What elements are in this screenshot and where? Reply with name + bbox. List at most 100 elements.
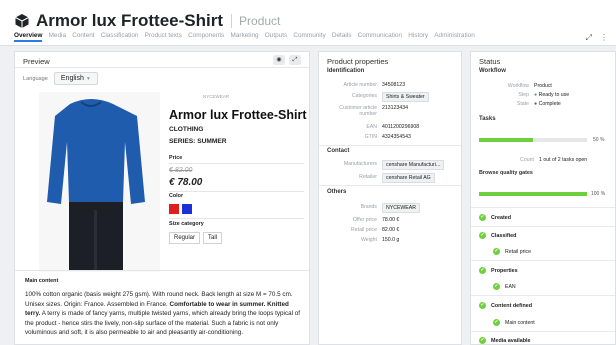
gate-label: Retail price — [505, 248, 531, 255]
wf-value: Product — [534, 83, 552, 89]
prop-manufacturers: Manufacturers censhare Manufacturi... — [327, 160, 445, 170]
gates-progress-bar — [479, 192, 587, 196]
status-header: Status — [471, 52, 615, 66]
gates-progress-fill — [479, 192, 587, 196]
product-series: SERIES: SUMMER — [169, 138, 227, 145]
preview-header: Preview ◉ ⤢ — [15, 52, 309, 68]
size-options: Regular Tall — [169, 232, 223, 244]
check-icon: ✓ — [493, 248, 500, 255]
gate-media-available[interactable]: ✓ Media available — [479, 337, 531, 344]
gate-content-defined[interactable]: ✓ Content defined — [479, 302, 532, 309]
check-icon: ✓ — [479, 302, 486, 309]
tab-marketing[interactable]: Marketing — [231, 32, 259, 42]
tab-outputs[interactable]: Outputs — [265, 32, 287, 42]
language-value: English — [60, 75, 84, 82]
tab-administration[interactable]: Administration — [434, 32, 475, 42]
wf-value: Complete — [538, 101, 561, 107]
gate-ean[interactable]: ✓ EAN — [493, 283, 516, 290]
count-label: Count — [520, 157, 534, 163]
chevron-down-icon: ▼ — [85, 76, 91, 82]
size-regular[interactable]: Regular — [169, 232, 201, 244]
check-icon: ✓ — [479, 232, 486, 239]
tasks-title: Tasks — [479, 116, 496, 122]
divider — [169, 163, 304, 164]
prop-chip[interactable]: Shirts & Sweater — [382, 92, 429, 102]
language-select[interactable]: English ▼ — [53, 72, 98, 85]
gate-main-content[interactable]: ✓ Main content — [493, 319, 535, 326]
others-title: Others — [327, 189, 347, 195]
color-swatches — [169, 204, 192, 214]
main-content-text: 100% cotton organic (basis weight 275 gs… — [25, 290, 305, 338]
color-label: Color — [169, 193, 184, 199]
gate-properties[interactable]: ✓ Properties — [479, 267, 518, 274]
prop-label: EAN — [366, 124, 377, 130]
title-row: Armor lux Frottee-Shirt Product — [14, 10, 280, 32]
contact-title: Contact — [327, 148, 350, 154]
tab-components[interactable]: Components — [188, 32, 224, 42]
product-image — [25, 92, 160, 272]
divider — [319, 185, 461, 186]
prop-label: Article number — [343, 82, 377, 88]
expand-icon[interactable]: ⤢ — [586, 33, 592, 43]
prop-value: 150.0 g — [382, 237, 400, 243]
divider — [471, 226, 615, 227]
tab-bar: Overview Media Content Classification Pr… — [14, 32, 481, 42]
gate-created[interactable]: ✓ Created — [479, 214, 511, 221]
main-content-title: Main content — [25, 278, 59, 284]
current-price: € 78.00 — [169, 177, 203, 188]
page-subtitle: Product — [231, 14, 280, 28]
prop-customer-article: Customer article number 213123434 — [327, 105, 408, 117]
more-icon[interactable]: ⋮ — [600, 33, 608, 43]
tab-communication[interactable]: Communication — [358, 32, 402, 42]
gates-percent: 100 % — [591, 191, 606, 197]
wf-value: Ready to use — [538, 92, 570, 98]
prop-ean: EAN 4011200296908 — [327, 124, 419, 130]
divider — [169, 191, 304, 192]
check-icon: ✓ — [479, 214, 486, 221]
product-photo — [39, 92, 160, 272]
prop-label: Categories — [351, 93, 377, 99]
tab-overview[interactable]: Overview — [14, 32, 43, 42]
color-swatch-blue[interactable] — [182, 204, 192, 214]
prop-retailer: Retailer censhare Retail AG — [327, 173, 435, 183]
gate-classified[interactable]: ✓ Classified — [479, 232, 516, 239]
status-panel: Status Workflow Workflow Product Step ● Re… — [470, 51, 616, 345]
product-cube-icon — [15, 14, 29, 28]
tab-history[interactable]: History — [408, 32, 428, 42]
tab-media[interactable]: Media — [49, 32, 66, 42]
prop-article-number: Article number 34508123 — [327, 82, 406, 88]
prop-value: 213123434 — [382, 105, 408, 111]
size-tall[interactable]: Tall — [203, 232, 223, 244]
prop-retail-price: Retail price 82.00 € — [327, 227, 399, 233]
tab-community[interactable]: Community — [293, 32, 325, 42]
properties-title: Product properties — [327, 57, 389, 66]
wf-label: Workflow — [507, 83, 529, 89]
prop-brands: Brands NYCEWEAR — [327, 203, 420, 213]
gate-retail-price[interactable]: ✓ Retail price — [493, 248, 531, 255]
check-icon: ✓ — [493, 283, 500, 290]
header: Armor lux Frottee-Shirt Product Overview… — [0, 0, 616, 46]
prop-categories: Categories Shirts & Sweater — [327, 92, 429, 102]
prop-value: 4011200296908 — [382, 124, 420, 130]
tasks-progress-fill — [479, 138, 533, 142]
tasks-progress-bar — [479, 138, 587, 142]
gate-label: EAN — [505, 283, 516, 290]
color-swatch-red[interactable] — [169, 204, 179, 214]
properties-panel: Product properties Identification Articl… — [318, 51, 462, 345]
tab-content[interactable]: Content — [72, 32, 94, 42]
preview-panel: Preview ◉ ⤢ Language English ▼ NYCEWEAR … — [14, 51, 310, 345]
prop-weight: Weight 150.0 g — [327, 237, 399, 243]
prop-chip[interactable]: NYCEWEAR — [382, 203, 420, 213]
divider — [471, 295, 615, 296]
workflow-row: Workflow Product — [479, 83, 552, 89]
tab-details[interactable]: Details — [332, 32, 352, 42]
prop-chip[interactable]: censhare Manufacturi... — [382, 160, 445, 170]
tab-classification[interactable]: Classification — [101, 32, 139, 42]
prop-chip[interactable]: censhare Retail AG — [382, 173, 435, 183]
eye-icon[interactable]: ◉ — [273, 55, 285, 65]
prop-label: GTIN — [364, 134, 377, 140]
expand-preview-icon[interactable]: ⤢ — [289, 55, 301, 65]
check-icon: ✓ — [479, 337, 486, 344]
tab-product-texts[interactable]: Product texts — [145, 32, 182, 42]
prop-label: Manufacturers — [343, 161, 377, 167]
